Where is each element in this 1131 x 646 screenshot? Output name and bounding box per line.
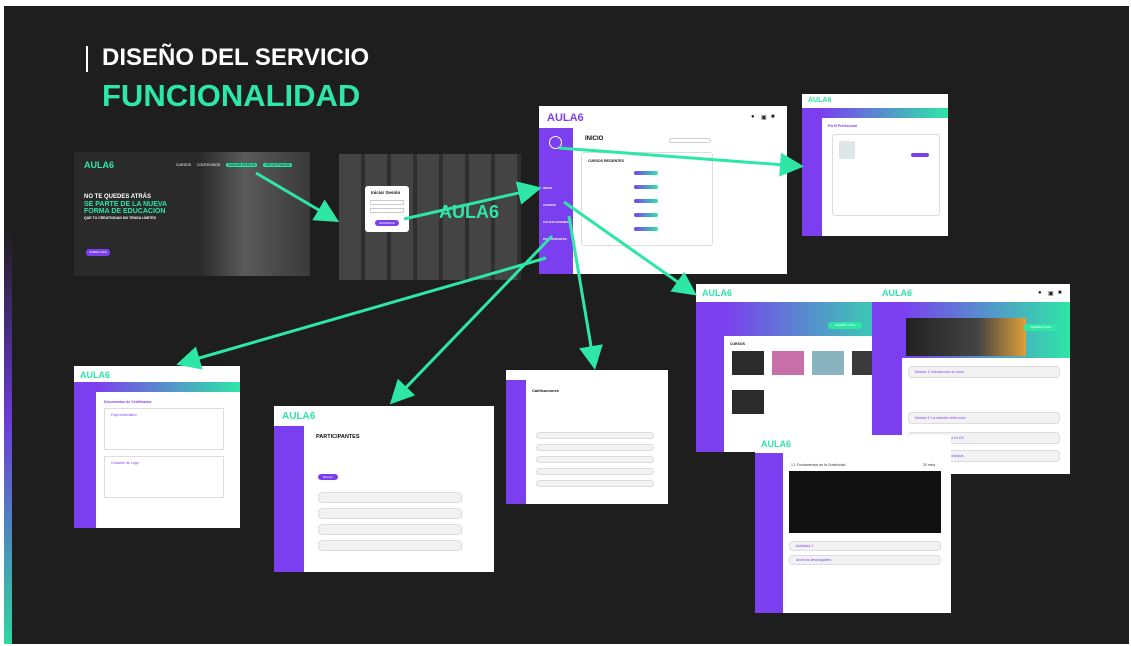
arrow-login-to-inicio bbox=[403, 181, 542, 221]
arrow-inicio-to-perfil bbox=[558, 146, 804, 177]
flow-arrows bbox=[176, 146, 804, 405]
arrow-inicio-to-participantes bbox=[389, 234, 554, 405]
arrow-inicio-to-cursos bbox=[563, 200, 697, 296]
arrow-inicio-to-calificaciones bbox=[567, 215, 603, 370]
arrow-inicio-to-certificados bbox=[176, 256, 547, 370]
presentation-slide: DISEÑO DEL SERVICIO FUNCIONALIDAD AULA6 … bbox=[4, 6, 1129, 644]
arrow-landing-to-login bbox=[255, 171, 340, 223]
